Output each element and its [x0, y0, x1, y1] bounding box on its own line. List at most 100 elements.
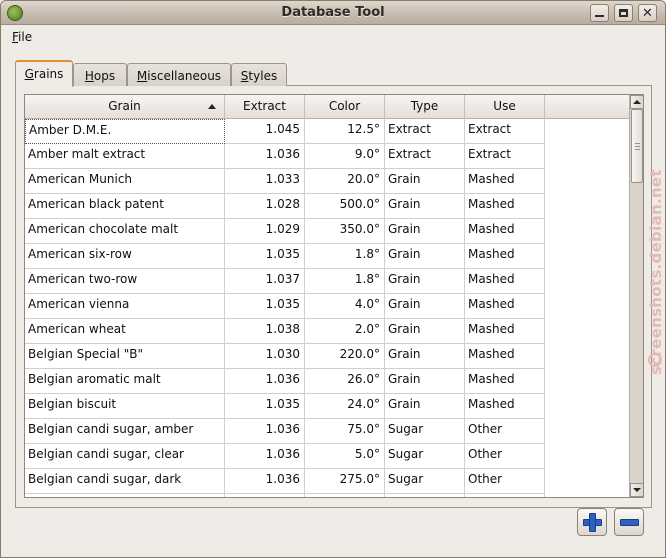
cell-type: Sugar [385, 469, 465, 494]
column-header-grain[interactable]: Grain [25, 95, 225, 119]
table-row[interactable]: American two-row 1.037 1.8° Grain Mashed [25, 269, 545, 294]
table-row[interactable]: Belgian aromatic malt 1.036 26.0° Grain Mash… [25, 369, 545, 394]
table-row[interactable]: American wheat 1.038 2.0° Grain Mashed [25, 319, 545, 344]
tab-miscellaneous[interactable]: Miscellaneous [127, 63, 231, 86]
cell-extract: 1.036 [225, 444, 305, 469]
cell-extract: 1.030 [225, 344, 305, 369]
cell-grain: American Munich [25, 169, 225, 194]
cell-color: 9.0° [305, 144, 385, 169]
cell-grain: American two-row [25, 269, 225, 294]
cell-color: 4.0° [305, 294, 385, 319]
cell-grain: Belgian Special "B" [25, 344, 225, 369]
cell-color: 500.0° [305, 194, 385, 219]
cell-type: Grain [385, 369, 465, 394]
cell-color: 75.0° [305, 419, 385, 444]
cell-use: Other [465, 419, 545, 444]
cell-type: Grain [385, 394, 465, 419]
cell-use: Extract [465, 144, 545, 169]
vertical-scrollbar[interactable] [629, 95, 643, 497]
cell-color: 20.0° [305, 169, 385, 194]
cell-extract: 1.036 [225, 144, 305, 169]
cell-color: 275.0° [305, 469, 385, 494]
table-row[interactable]: Belgian Special "B" 1.030 220.0° Grain Mashe… [25, 344, 545, 369]
cell-type: Grain [385, 269, 465, 294]
database-tool-window: Database Tool ✕ File Grains Hops Miscell… [0, 0, 666, 558]
scrollbar-thumb[interactable] [631, 109, 643, 183]
table-row[interactable]: American black patent 1.028 500.0° Grain Mas… [25, 194, 545, 219]
cell-grain: Amber malt extract [25, 144, 225, 169]
cell-use: Mashed [465, 169, 545, 194]
table-row[interactable]: American Munich 1.033 20.0° Grain Mashed [25, 169, 545, 194]
cell-color: 26.0° [305, 369, 385, 394]
cell-use: Other [465, 444, 545, 469]
column-header-type[interactable]: Type [385, 95, 465, 119]
add-grain-button[interactable] [577, 508, 607, 536]
cell-extract: 1.045 [225, 119, 305, 144]
cell-grain: Belgian pilsner [25, 494, 225, 497]
grip-line [635, 146, 640, 147]
maximize-button[interactable] [614, 4, 633, 22]
table-row[interactable]: Amber D.M.E. 1.045 12.5° Extract Extract [25, 119, 545, 144]
title-bar[interactable]: Database Tool ✕ [1, 1, 665, 25]
table-row[interactable]: American chocolate malt 1.029 350.0° Grain M… [25, 219, 545, 244]
table-row[interactable]: Belgian candi sugar, amber 1.036 75.0° Suga… [25, 419, 545, 444]
column-header-color[interactable]: Color [305, 95, 385, 119]
cell-type: Grain [385, 194, 465, 219]
cell-grain: Belgian aromatic malt [25, 369, 225, 394]
table-row[interactable]: Belgian candi sugar, clear 1.036 5.0° Sugar… [25, 444, 545, 469]
cell-extract: 1.037 [225, 494, 305, 497]
cell-grain: Amber D.M.E. [25, 119, 225, 144]
column-header-extract[interactable]: Extract [225, 95, 305, 119]
cell-color: 24.0° [305, 394, 385, 419]
cell-type: Grain [385, 319, 465, 344]
tab-grains[interactable]: Grains [15, 60, 73, 87]
cell-use: Mashed [465, 494, 545, 497]
cell-use: Mashed [465, 394, 545, 419]
cell-type: Grain [385, 494, 465, 497]
cell-extract: 1.037 [225, 269, 305, 294]
remove-grain-button[interactable] [614, 508, 644, 536]
table-row[interactable]: Belgian pilsner1.0371.6°GrainMashed [25, 494, 545, 497]
column-header-use[interactable]: Use [465, 95, 545, 119]
grains-table[interactable]: Grain Extract Color Type Use Amber D.M.E… [24, 94, 644, 498]
watermark-logo-icon [648, 353, 662, 367]
cell-grain: Belgian candi sugar, amber [25, 419, 225, 444]
scroll-up-button[interactable] [630, 95, 643, 109]
table-row[interactable]: American vienna 1.035 4.0° Grain Mashed [25, 294, 545, 319]
tab-hops[interactable]: Hops [73, 63, 127, 86]
cell-type: Grain [385, 344, 465, 369]
cell-type: Extract [385, 119, 465, 144]
window-title: Database Tool [281, 5, 385, 20]
close-icon: ✕ [642, 5, 653, 21]
cell-extract: 1.036 [225, 469, 305, 494]
table-header: Grain Extract Color Type Use [25, 95, 629, 119]
cell-use: Mashed [465, 244, 545, 269]
cell-extract: 1.035 [225, 394, 305, 419]
menu-bar: File [1, 26, 665, 48]
cell-grain: Belgian biscuit [25, 394, 225, 419]
cell-type: Grain [385, 169, 465, 194]
cell-use: Mashed [465, 219, 545, 244]
close-button[interactable]: ✕ [638, 4, 657, 22]
scroll-down-button[interactable] [630, 483, 643, 497]
cell-grain: American vienna [25, 294, 225, 319]
cell-color: 1.8° [305, 269, 385, 294]
cell-type: Sugar [385, 444, 465, 469]
menu-file[interactable]: File [12, 30, 32, 44]
cell-use: Mashed [465, 269, 545, 294]
grip-line [635, 143, 640, 144]
arrow-up-icon [633, 100, 641, 104]
cell-extract: 1.038 [225, 319, 305, 344]
cell-use: Mashed [465, 294, 545, 319]
minimize-button[interactable] [590, 4, 609, 22]
cell-extract: 1.036 [225, 419, 305, 444]
table-row[interactable]: Belgian biscuit 1.035 24.0° Grain Mashed [25, 394, 545, 419]
table-row[interactable]: Belgian candi sugar, dark 1.036 275.0° Suga… [25, 469, 545, 494]
cell-extract: 1.028 [225, 194, 305, 219]
table-row[interactable]: Amber malt extract 1.036 9.0° Extract Extrac… [25, 144, 545, 169]
arrow-down-icon [633, 488, 641, 492]
cell-use: Mashed [465, 194, 545, 219]
cell-grain: Belgian candi sugar, clear [25, 444, 225, 469]
tab-styles[interactable]: Styles [231, 63, 287, 86]
table-row[interactable]: American six-row 1.035 1.8° Grain Mashed [25, 244, 545, 269]
